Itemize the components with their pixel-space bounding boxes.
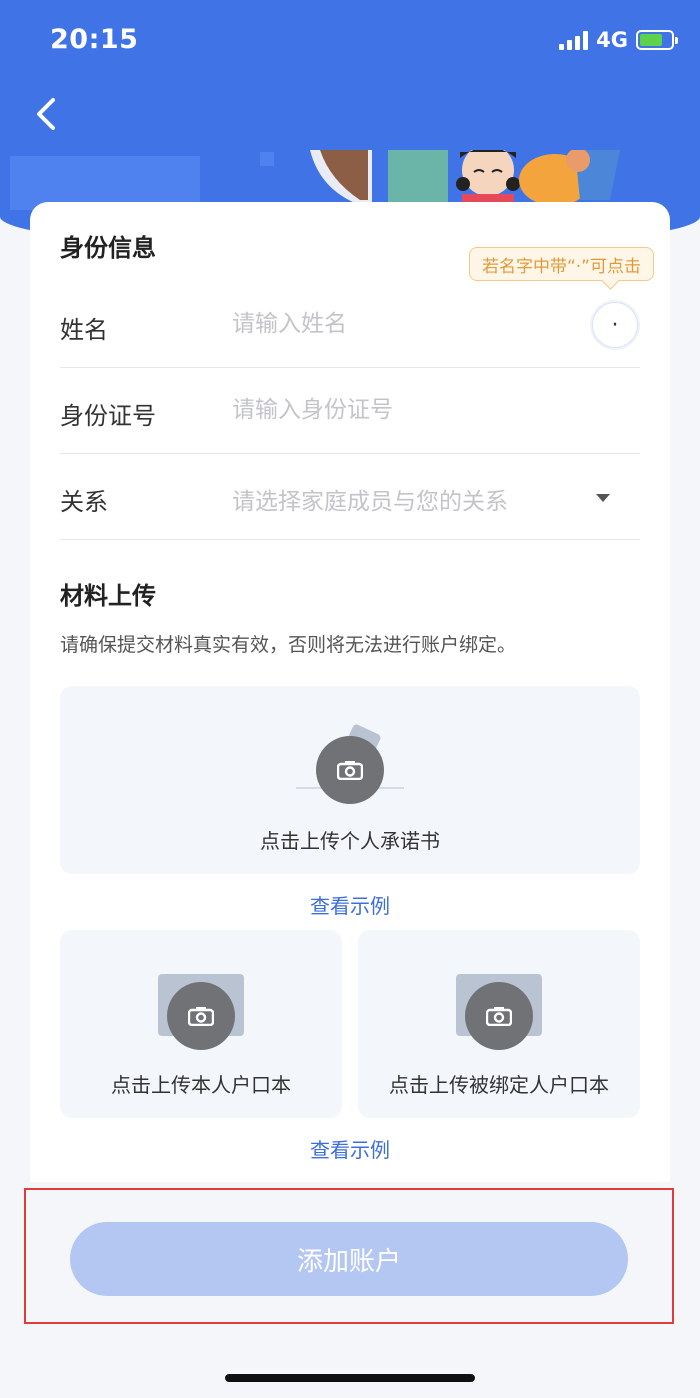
- own-household-upload-box[interactable]: 点击上传本人户口本: [60, 930, 342, 1118]
- back-button[interactable]: [22, 90, 70, 138]
- status-bar: 20:15 4G: [0, 0, 700, 80]
- materials-hint: 请确保提交材料真实有效，否则将无法进行账户绑定。: [60, 634, 517, 656]
- camera-icon: [316, 736, 384, 804]
- id-number-row: 身份证号: [60, 368, 640, 454]
- view-example-link-1[interactable]: 查看示例: [30, 890, 670, 919]
- id-number-label: 身份证号: [60, 402, 156, 430]
- name-label: 姓名: [60, 316, 108, 344]
- name-input[interactable]: [232, 304, 562, 344]
- relation-select[interactable]: 关系 请选择家庭成员与您的关系: [60, 454, 640, 540]
- network-type: 4G: [596, 28, 628, 52]
- own-household-upload-label: 点击上传本人户口本: [111, 1073, 291, 1097]
- status-time: 20:15: [50, 24, 139, 55]
- name-dot-tooltip: 若名字中带“·”可点击: [468, 247, 654, 281]
- camera-icon: [465, 982, 533, 1050]
- view-example-link-2[interactable]: 查看示例: [30, 1134, 670, 1163]
- battery-icon: [636, 30, 678, 50]
- middle-dot-button[interactable]: ·: [592, 302, 638, 348]
- id-number-input[interactable]: [232, 390, 562, 430]
- relation-label: 关系: [60, 488, 108, 516]
- camera-icon: [167, 982, 235, 1050]
- materials-section-title: 材料上传: [60, 582, 156, 610]
- commitment-upload-label: 点击上传个人承诺书: [260, 829, 440, 853]
- bound-household-upload-label: 点击上传被绑定人户口本: [389, 1073, 609, 1097]
- dropdown-arrow-icon: [596, 494, 610, 502]
- add-account-button[interactable]: 添加账户: [70, 1222, 628, 1296]
- form-card: 身份信息 若名字中带“·”可点击 姓名 · 身份证号 关系 请选择家庭成员与您的…: [30, 202, 670, 1202]
- signal-icon: [559, 30, 589, 50]
- name-row: 姓名 ·: [60, 282, 640, 368]
- bound-household-upload-box[interactable]: 点击上传被绑定人户口本: [358, 930, 640, 1118]
- add-account-screen: 20:15 4G 身份信息 若名字中带“·”可点击 姓名 请输入姓名 · 身份证…: [0, 0, 700, 1398]
- commitment-upload-box[interactable]: 点击上传个人承诺书: [60, 686, 640, 874]
- status-indicators: 4G: [559, 28, 678, 52]
- chevron-left-icon: [37, 98, 55, 130]
- identity-section-title: 身份信息: [60, 234, 156, 262]
- home-indicator: [225, 1374, 475, 1382]
- banner-illustration: [0, 150, 700, 210]
- relation-placeholder: 请选择家庭成员与您的关系: [232, 489, 508, 515]
